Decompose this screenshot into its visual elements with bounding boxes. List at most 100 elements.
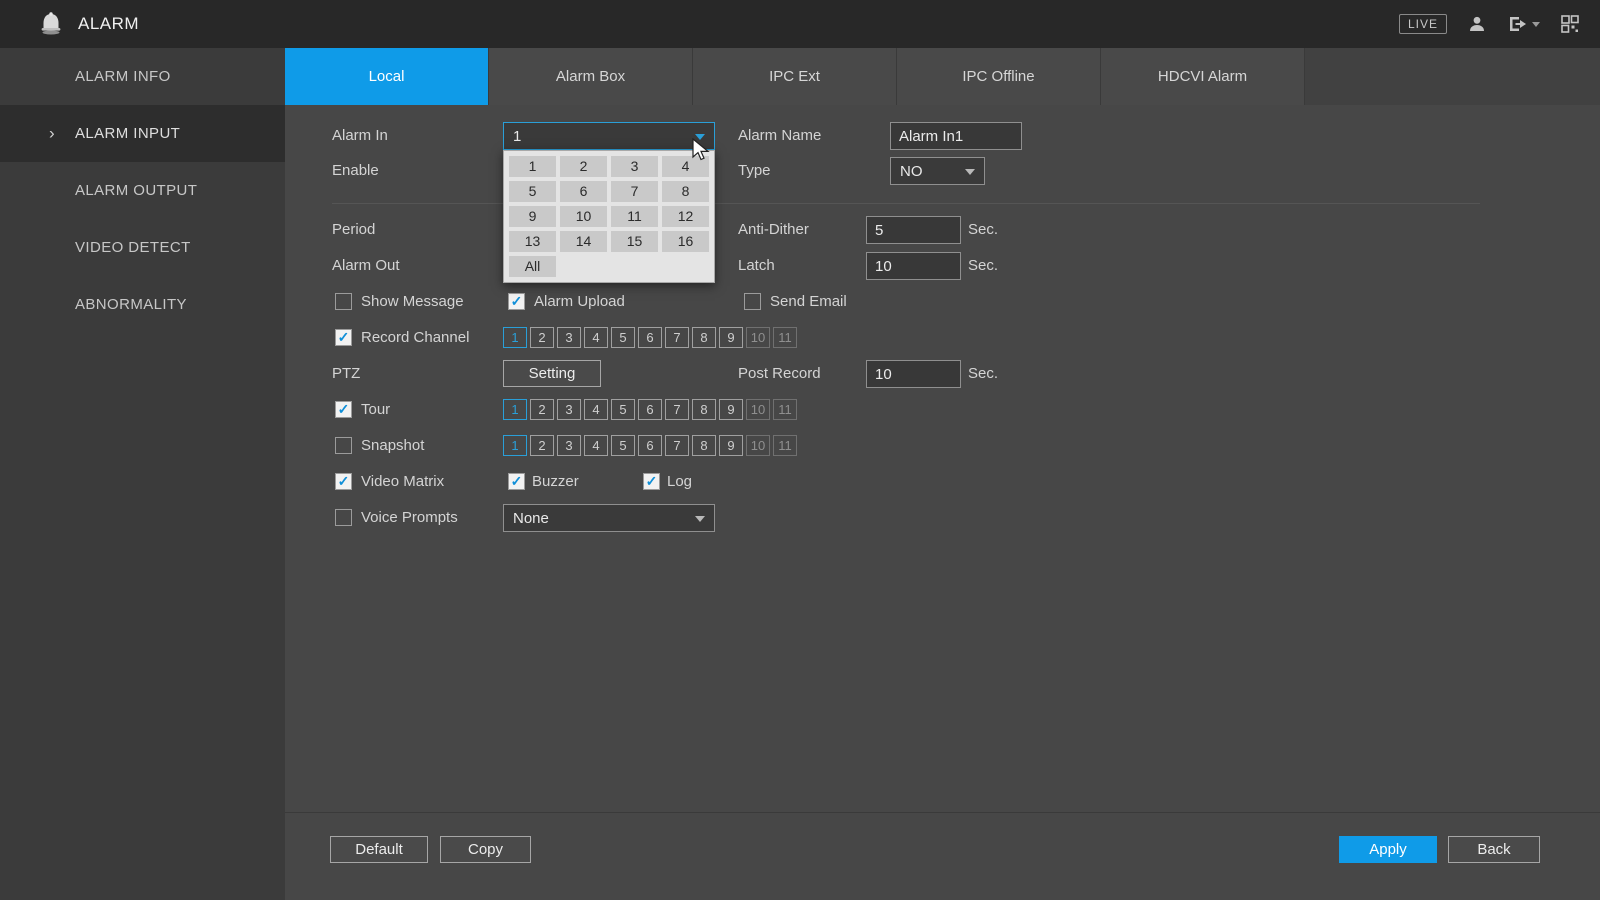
channel-button-7[interactable]: 7 xyxy=(665,327,689,348)
alarm-in-option-16[interactable]: 16 xyxy=(662,231,709,252)
channel-button-6[interactable]: 6 xyxy=(638,327,662,348)
channel-button-1[interactable]: 1 xyxy=(503,327,527,348)
alarm-in-option-10[interactable]: 10 xyxy=(560,206,607,227)
channel-button-3[interactable]: 3 xyxy=(557,399,581,420)
alarm-in-option-5[interactable]: 5 xyxy=(509,181,556,202)
copy-button[interactable]: Copy xyxy=(440,836,531,863)
type-select[interactable]: NO xyxy=(890,157,985,185)
enable-label: Enable xyxy=(332,157,379,185)
alarm-in-option-2[interactable]: 2 xyxy=(560,156,607,177)
latch-label: Latch xyxy=(738,252,775,280)
alarm-in-option-8[interactable]: 8 xyxy=(662,181,709,202)
alarm-in-option-6[interactable]: 6 xyxy=(560,181,607,202)
channel-button-7[interactable]: 7 xyxy=(665,399,689,420)
tab-bar: Local Alarm Box IPC Ext IPC Offline HDCV… xyxy=(285,48,1600,105)
tab-ipc-offline[interactable]: IPC Offline xyxy=(897,48,1101,105)
alarm-bell-icon xyxy=(38,11,64,37)
tab-alarm-box[interactable]: Alarm Box xyxy=(489,48,693,105)
sidebar: ALARM INFO ALARM INPUT ALARM OUTPUT VIDE… xyxy=(0,48,285,900)
snapshot-channel-list: 1234567891011 xyxy=(503,435,797,456)
type-label: Type xyxy=(738,157,771,185)
sidebar-item-alarm-output[interactable]: ALARM OUTPUT xyxy=(0,162,285,219)
channel-button-4[interactable]: 4 xyxy=(584,327,608,348)
channel-button-3[interactable]: 3 xyxy=(557,327,581,348)
show-message-checkbox[interactable] xyxy=(335,293,352,310)
sidebar-item-alarm-input[interactable]: ALARM INPUT xyxy=(0,105,285,162)
channel-button-2[interactable]: 2 xyxy=(530,399,554,420)
sidebar-item-abnormality[interactable]: ABNORMALITY xyxy=(0,276,285,333)
channel-button-11: 11 xyxy=(773,327,797,348)
send-email-checkbox[interactable] xyxy=(744,293,761,310)
channel-button-8[interactable]: 8 xyxy=(692,327,716,348)
user-button[interactable] xyxy=(1467,14,1487,34)
buzzer-checkbox[interactable] xyxy=(508,473,525,490)
latch-input[interactable] xyxy=(866,252,961,280)
anti-dither-input[interactable] xyxy=(866,216,961,244)
channel-button-9[interactable]: 9 xyxy=(719,435,743,456)
alarm-in-option-11[interactable]: 11 xyxy=(611,206,658,227)
video-matrix-checkbox[interactable] xyxy=(335,473,352,490)
alarm-in-option-1[interactable]: 1 xyxy=(509,156,556,177)
channel-button-4[interactable]: 4 xyxy=(584,399,608,420)
channel-button-5[interactable]: 5 xyxy=(611,435,635,456)
alarm-upload-label: Alarm Upload xyxy=(534,288,625,316)
channel-button-7[interactable]: 7 xyxy=(665,435,689,456)
tab-ipc-ext[interactable]: IPC Ext xyxy=(693,48,897,105)
voice-prompts-select[interactable]: None xyxy=(503,504,715,532)
channel-button-4[interactable]: 4 xyxy=(584,435,608,456)
channel-button-1[interactable]: 1 xyxy=(503,399,527,420)
tab-hdcvi-alarm[interactable]: HDCVI Alarm xyxy=(1101,48,1305,105)
channel-button-1[interactable]: 1 xyxy=(503,435,527,456)
alarm-in-option-9[interactable]: 9 xyxy=(509,206,556,227)
alarm-name-input[interactable] xyxy=(890,122,1022,150)
logout-button[interactable] xyxy=(1507,15,1540,33)
back-button[interactable]: Back xyxy=(1448,836,1540,863)
channel-button-10: 10 xyxy=(746,399,770,420)
log-checkbox[interactable] xyxy=(643,473,660,490)
alarm-in-option-4[interactable]: 4 xyxy=(662,156,709,177)
sidebar-item-video-detect[interactable]: VIDEO DETECT xyxy=(0,219,285,276)
header-actions: LIVE xyxy=(1399,14,1580,34)
channel-button-5[interactable]: 5 xyxy=(611,399,635,420)
channel-button-8[interactable]: 8 xyxy=(692,399,716,420)
alarm-in-option-14[interactable]: 14 xyxy=(560,231,607,252)
alarm-in-option-15[interactable]: 15 xyxy=(611,231,658,252)
alarm-upload-checkbox[interactable] xyxy=(508,293,525,310)
footer-divider xyxy=(285,812,1600,813)
channel-button-9[interactable]: 9 xyxy=(719,399,743,420)
channel-button-9[interactable]: 9 xyxy=(719,327,743,348)
header: ALARM LIVE xyxy=(0,0,1600,48)
sidebar-item-label: VIDEO DETECT xyxy=(75,239,191,256)
tour-checkbox[interactable] xyxy=(335,401,352,418)
channel-button-5[interactable]: 5 xyxy=(611,327,635,348)
alarm-in-option-13[interactable]: 13 xyxy=(509,231,556,252)
alarm-in-option-7[interactable]: 7 xyxy=(611,181,658,202)
sidebar-item-label: ALARM INPUT xyxy=(75,125,180,142)
channel-button-8[interactable]: 8 xyxy=(692,435,716,456)
show-message-label: Show Message xyxy=(361,288,464,316)
send-email-label: Send Email xyxy=(770,288,847,316)
channel-button-2[interactable]: 2 xyxy=(530,435,554,456)
ptz-setting-button[interactable]: Setting xyxy=(503,360,601,387)
live-button[interactable]: LIVE xyxy=(1399,14,1447,34)
apply-button[interactable]: Apply xyxy=(1339,836,1437,863)
post-record-input[interactable] xyxy=(866,360,961,388)
channel-button-2[interactable]: 2 xyxy=(530,327,554,348)
latch-unit: Sec. xyxy=(968,252,998,280)
sidebar-item-alarm-info[interactable]: ALARM INFO xyxy=(0,48,285,105)
tab-local[interactable]: Local xyxy=(285,48,489,105)
alarm-in-option-12[interactable]: 12 xyxy=(662,206,709,227)
default-button[interactable]: Default xyxy=(330,836,428,863)
channel-button-6[interactable]: 6 xyxy=(638,435,662,456)
sidebar-item-label: ABNORMALITY xyxy=(75,296,187,313)
alarm-in-option-3[interactable]: 3 xyxy=(611,156,658,177)
voice-prompts-checkbox[interactable] xyxy=(335,509,352,526)
channel-button-3[interactable]: 3 xyxy=(557,435,581,456)
channel-button-6[interactable]: 6 xyxy=(638,399,662,420)
tour-label: Tour xyxy=(361,396,390,424)
qr-code-button[interactable] xyxy=(1560,14,1580,34)
record-channel-checkbox[interactable] xyxy=(335,329,352,346)
alarm-in-option-all[interactable]: All xyxy=(509,256,556,277)
alarm-in-select[interactable]: 1 xyxy=(503,122,715,150)
snapshot-checkbox[interactable] xyxy=(335,437,352,454)
